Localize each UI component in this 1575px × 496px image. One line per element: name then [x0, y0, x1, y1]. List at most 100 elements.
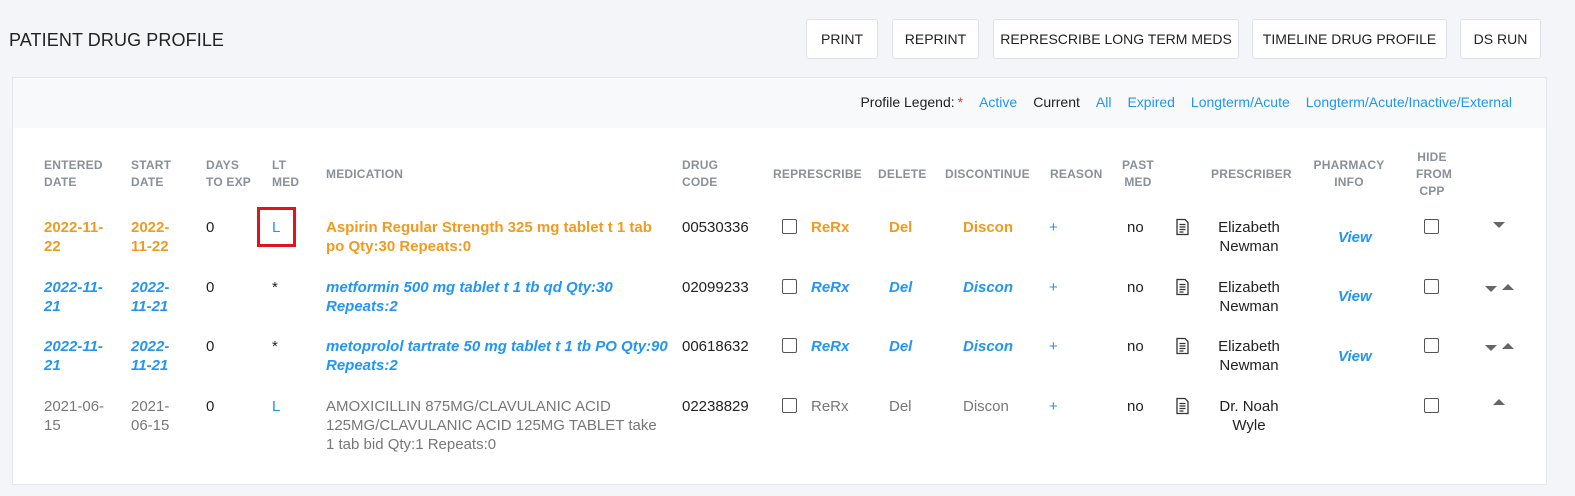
hide-from-cpp-checkbox[interactable] — [1424, 338, 1439, 353]
col-delete: DELETE — [878, 167, 927, 181]
medication[interactable]: metformin 500 mg tablet t 1 tb qd Qty:30… — [326, 278, 613, 316]
col-lt-line1: LT — [272, 158, 287, 172]
medication-line2: po Qty:30 Repeats:0 — [326, 238, 472, 255]
days-to-exp: 0 — [206, 279, 215, 296]
move-down-icon[interactable] — [1493, 222, 1505, 228]
document-icon[interactable] — [1174, 218, 1190, 236]
hide-from-cpp-checkbox[interactable] — [1424, 219, 1439, 234]
document-icon[interactable] — [1174, 337, 1190, 355]
reprint-button[interactable]: REPRINT — [892, 19, 979, 59]
rerx-link[interactable]: ReRx — [811, 337, 849, 356]
col-lt-med: LT MED — [272, 157, 299, 191]
medication-line2: Repeats:2 — [326, 298, 398, 315]
delete-link[interactable]: Del — [889, 278, 912, 297]
move-up-icon[interactable] — [1502, 343, 1514, 349]
discontinue-link[interactable]: Discon — [963, 278, 1013, 297]
prescriber: Elizabeth Newman — [1199, 337, 1299, 375]
entered-date: 2022-11- 22 — [44, 218, 103, 256]
col-discontinue: DISCONTINUE — [945, 167, 1030, 181]
represcribe-checkbox[interactable] — [782, 398, 797, 413]
col-days-line1: DAYS — [206, 158, 240, 172]
page-title: PATIENT DRUG PROFILE — [9, 30, 225, 50]
rerx-link[interactable]: ReRx — [811, 218, 849, 237]
hide-from-cpp-checkbox[interactable] — [1424, 398, 1439, 413]
col-start-date-line2: DATE — [131, 175, 164, 189]
col-reason: REASON — [1050, 167, 1103, 181]
move-down-icon[interactable] — [1485, 345, 1497, 351]
medication[interactable]: Aspirin Regular Strength 325 mg tablet t… — [326, 218, 652, 256]
prescriber: Elizabeth Newman — [1199, 218, 1299, 256]
add-reason-button[interactable]: + — [1049, 397, 1058, 416]
legend-option-active[interactable]: Active — [979, 94, 1017, 110]
col-pharmacy-line1: PHARMACY — [1313, 158, 1385, 172]
lt-med-marker: * — [272, 279, 278, 296]
legend-option-longterm-acute[interactable]: Longterm/Acute — [1191, 94, 1290, 110]
prescriber-line1: Elizabeth — [1218, 338, 1280, 355]
start-date-line2: 11-22 — [131, 238, 169, 255]
legend-option-expired[interactable]: Expired — [1127, 94, 1174, 110]
drug-code: 02238829 — [682, 398, 749, 415]
start-date-line1: 2022- — [131, 219, 170, 236]
days-to-exp: 0 — [206, 219, 215, 236]
prescriber: Dr. Noah Wyle — [1199, 397, 1299, 435]
drug-code: 00618632 — [682, 338, 749, 355]
col-represcribe: REPRESCRIBE — [773, 167, 862, 181]
col-entered-date-line2: DATE — [44, 175, 77, 189]
pharmacy-view-link[interactable]: View — [1338, 347, 1372, 366]
timeline-drug-profile-button[interactable]: TIMELINE DRUG PROFILE — [1252, 19, 1447, 59]
ds-run-button[interactable]: DS RUN — [1460, 19, 1541, 59]
document-icon[interactable] — [1174, 278, 1190, 296]
entered-date-line2: 21 — [44, 298, 61, 315]
represcribe-checkbox[interactable] — [782, 219, 797, 234]
move-down-icon[interactable] — [1485, 286, 1497, 292]
start-date: 2022- 11-21 — [131, 278, 169, 316]
medication-line2: Repeats:2 — [326, 357, 398, 374]
add-reason-button[interactable]: + — [1049, 278, 1058, 297]
rerx-link[interactable]: ReRx — [811, 397, 849, 416]
start-date-line2: 06-15 — [131, 417, 170, 434]
move-up-icon[interactable] — [1502, 284, 1514, 290]
rerx-link[interactable]: ReRx — [811, 278, 849, 297]
entered-date: 2021-06- 15 — [44, 397, 104, 435]
past-med: no — [1127, 279, 1144, 296]
drug-profile-panel: Profile Legend: * Active Current All Exp… — [12, 77, 1547, 485]
days-to-exp: 0 — [206, 338, 215, 355]
legend-option-all[interactable]: All — [1096, 94, 1112, 110]
col-drug-code: DRUG CODE — [682, 157, 718, 191]
col-days-line2: TO EXP — [206, 175, 251, 189]
legend-required-mark: * — [957, 94, 964, 110]
add-reason-button[interactable]: + — [1049, 218, 1058, 237]
document-icon[interactable] — [1174, 397, 1190, 415]
medication[interactable]: AMOXICILLIN 875MG/CLAVULANIC ACID 125MG/… — [326, 397, 657, 454]
prescriber-line2: Wyle — [1232, 417, 1266, 434]
col-hide-line1: HIDE — [1417, 150, 1447, 164]
medication-line1: Aspirin Regular Strength 325 mg tablet t… — [326, 219, 652, 236]
hide-from-cpp-checkbox[interactable] — [1424, 279, 1439, 294]
delete-link[interactable]: Del — [889, 397, 912, 416]
discontinue-link[interactable]: Discon — [963, 337, 1013, 356]
entered-date-line1: 2022-11- — [44, 338, 103, 355]
pharmacy-view-link[interactable]: View — [1338, 228, 1372, 247]
col-past-med: PAST MED — [1118, 157, 1158, 191]
start-date-line1: 2021- — [131, 398, 170, 415]
delete-link[interactable]: Del — [889, 337, 912, 356]
discontinue-link[interactable]: Discon — [963, 218, 1013, 237]
col-start-date: START DATE — [131, 157, 171, 191]
represcribe-checkbox[interactable] — [782, 338, 797, 353]
represcribe-checkbox[interactable] — [782, 279, 797, 294]
delete-link[interactable]: Del — [889, 218, 912, 237]
entered-date: 2022-11- 21 — [44, 278, 103, 316]
move-up-icon[interactable] — [1493, 399, 1505, 405]
legend-option-current[interactable]: Current — [1033, 94, 1080, 110]
medication-line3: 1 tab bid Qty:1 Repeats:0 — [326, 436, 497, 453]
medication[interactable]: metoprolol tartrate 50 mg tablet t 1 tb … — [326, 337, 668, 375]
add-reason-button[interactable]: + — [1049, 337, 1058, 356]
pharmacy-view-link[interactable]: View — [1338, 287, 1372, 306]
lt-med-marker: * — [272, 338, 278, 355]
legend-option-longterm-acute-inactive-external[interactable]: Longterm/Acute/Inactive/External — [1306, 94, 1512, 110]
discontinue-link[interactable]: Discon — [963, 397, 1009, 416]
print-button[interactable]: PRINT — [806, 19, 878, 59]
lt-med-link[interactable]: L — [272, 397, 280, 416]
entered-date-line1: 2022-11- — [44, 219, 104, 236]
represcribe-long-term-meds-button[interactable]: REPRESCRIBE LONG TERM MEDS — [993, 19, 1239, 59]
